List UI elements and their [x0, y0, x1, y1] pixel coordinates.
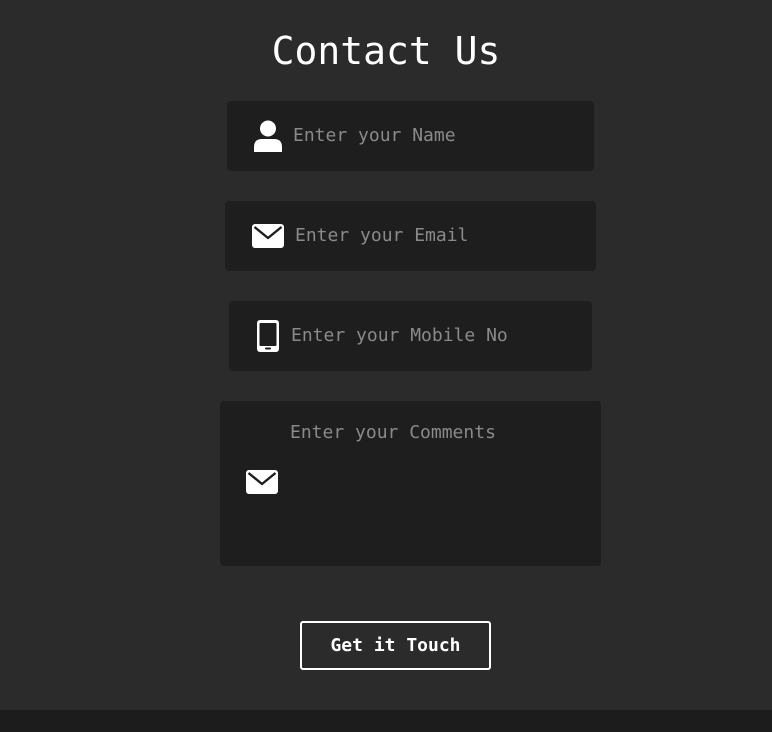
mobile-field[interactable]: Enter your Mobile No [229, 301, 592, 371]
mobile-phone-icon [257, 320, 279, 352]
email-placeholder: Enter your Email [295, 225, 469, 246]
contact-page: Contact Us Enter your Name Enter your Em… [0, 0, 772, 732]
user-icon [254, 120, 282, 152]
email-field[interactable]: Enter your Email [225, 201, 596, 271]
page-title: Contact Us [271, 29, 501, 73]
envelope-icon [246, 470, 278, 494]
submit-button[interactable]: Get it Touch [300, 621, 491, 670]
comments-textarea[interactable]: Enter your Comments [220, 401, 601, 566]
footer-bar [0, 710, 772, 732]
comments-placeholder: Enter your Comments [290, 422, 496, 443]
name-field[interactable]: Enter your Name [227, 101, 594, 171]
name-placeholder: Enter your Name [293, 125, 456, 146]
mobile-placeholder: Enter your Mobile No [291, 325, 508, 346]
envelope-icon [252, 224, 284, 248]
